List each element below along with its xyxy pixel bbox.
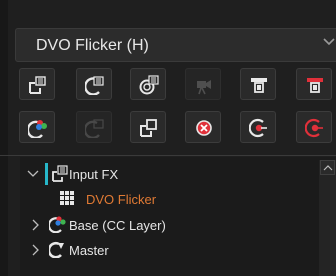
panel-divider [0, 155, 336, 156]
chevron-right-icon [32, 219, 39, 231]
add-cache-node-icon [85, 76, 104, 95]
mask-node-button[interactable] [76, 111, 112, 143]
chevron-down-icon [27, 170, 39, 177]
parent-node-button[interactable] [130, 111, 166, 143]
input-fx-icon [52, 165, 68, 182]
add-multi-node-icon [139, 75, 159, 95]
output-marker-red-icon [307, 78, 323, 93]
output-marker-button[interactable] [296, 68, 332, 100]
chevron-right-icon [32, 244, 39, 256]
chevron-up-icon [323, 165, 333, 171]
node-selector-dropdown[interactable]: DVO Flicker (H) [15, 28, 336, 62]
master-node-icon [49, 242, 64, 258]
record-target-red-icon [305, 118, 323, 138]
parent-node-icon [140, 119, 157, 137]
camera-node-button[interactable] [185, 68, 221, 100]
bypass-icon [196, 120, 212, 136]
chevron-down-icon [323, 38, 335, 46]
grid-icon [60, 191, 74, 205]
input-marker-button[interactable] [240, 68, 276, 100]
add-node-button[interactable] [19, 68, 55, 100]
tree-scrollbar[interactable] [319, 160, 336, 276]
input-marker-icon [251, 78, 267, 93]
node-panel: DVO Flicker (H) Input FX DVO Flicker Bas… [0, 0, 336, 276]
record-target-button[interactable] [240, 111, 276, 143]
add-node-icon [29, 76, 46, 94]
tree-item-input-fx[interactable]: Input FX [27, 164, 307, 184]
tree-item-label: Input FX [69, 167, 119, 182]
tree-item-label: Master [69, 243, 109, 258]
tree-item-base-cc-layer[interactable]: Base (CC Layer) [27, 215, 307, 235]
tree-item-dvo-flicker[interactable]: DVO Flicker [27, 189, 307, 209]
node-selector-value: DVO Flicker (H) [36, 37, 149, 54]
record-target-icon [249, 118, 267, 138]
add-multi-node-button[interactable] [130, 68, 166, 100]
record-target-active-button[interactable] [296, 111, 332, 143]
tree-item-master[interactable]: Master [27, 240, 307, 260]
composite-layer-button[interactable] [19, 111, 55, 143]
camera-node-icon [197, 80, 211, 95]
composite-layer-icon [49, 216, 66, 233]
bypass-button[interactable] [185, 111, 221, 143]
tree-item-label: Base (CC Layer) [69, 218, 166, 233]
scroll-up-button[interactable] [320, 160, 335, 175]
add-cache-node-button[interactable] [76, 68, 112, 100]
mask-node-icon [85, 119, 104, 138]
tree-item-label: DVO Flicker [86, 192, 157, 207]
panel-edge [0, 0, 8, 276]
composite-layer-icon [28, 120, 47, 138]
